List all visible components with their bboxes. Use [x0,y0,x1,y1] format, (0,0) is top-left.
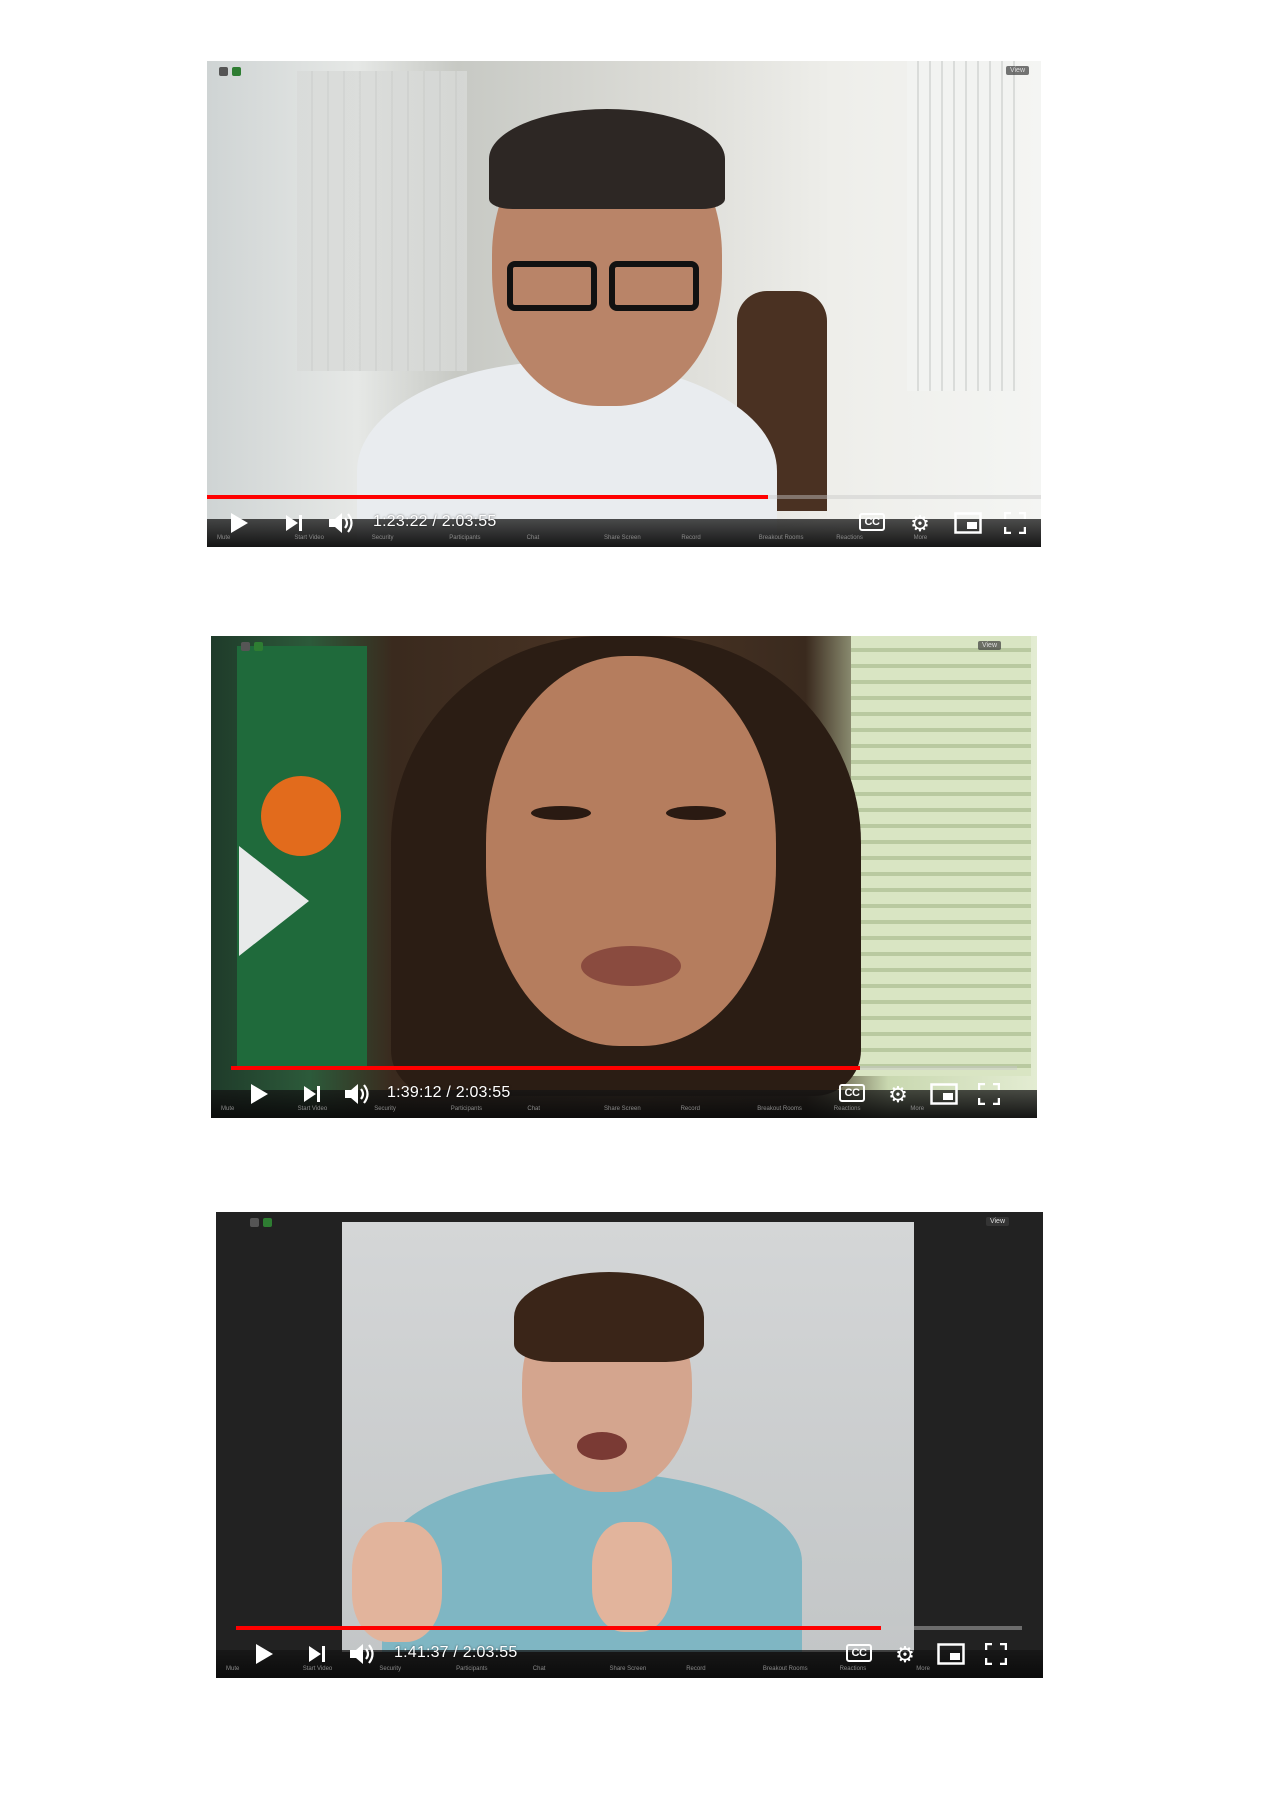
view-button[interactable]: View [977,641,1001,650]
fullscreen-button[interactable] [984,1643,1008,1665]
volume-icon [345,1084,369,1104]
progress-fill [236,1626,881,1630]
miniplayer-button[interactable] [929,1083,959,1105]
settings-icon: ⚙ [888,1082,908,1107]
view-button[interactable]: View [1005,66,1029,75]
volume-button[interactable] [343,1081,371,1107]
play-icon [251,1084,268,1104]
video-frame [207,61,1041,547]
settings-button[interactable]: ⚙ [892,1642,918,1668]
captions-button[interactable]: CC [839,1084,865,1102]
video-player-3[interactable]: View Mute Start Video Security Participants… [216,1212,1043,1678]
next-icon [286,515,302,531]
player-controls: 1:39:12 / 2:03:55 CC ⚙ [211,1074,1037,1114]
view-button[interactable]: View [985,1217,1009,1226]
play-button[interactable] [247,1082,271,1106]
zoom-status-icons [241,642,263,651]
miniplayer-icon [937,1643,965,1665]
participant-video [342,1222,914,1652]
miniplayer-icon [954,512,982,534]
captions-button[interactable]: CC [846,1644,872,1662]
video-frame [216,1212,1043,1678]
time-display: 1:41:37 / 2:03:55 [394,1644,518,1661]
play-icon [231,513,248,533]
zoom-status-icons [250,1218,272,1227]
fullscreen-button[interactable] [1003,512,1027,534]
fullscreen-button[interactable] [977,1083,1001,1105]
progress-track[interactable] [236,1626,1022,1630]
captions-icon: CC [859,513,885,531]
progress-fill [231,1066,860,1070]
settings-button[interactable]: ⚙ [907,511,933,537]
captions-button[interactable]: CC [859,513,885,531]
captions-icon: CC [846,1644,872,1662]
video-frame [211,636,1037,1118]
zoom-status-icons [219,67,241,76]
volume-button[interactable] [327,510,355,536]
settings-icon: ⚙ [910,511,930,536]
volume-button[interactable] [348,1641,376,1667]
next-button[interactable] [283,512,305,534]
settings-icon: ⚙ [895,1642,915,1667]
progress-fill [207,495,769,499]
time-display: 1:39:12 / 2:03:55 [387,1084,511,1101]
fullscreen-icon [985,1643,1007,1665]
settings-button[interactable]: ⚙ [885,1082,911,1108]
progress-track[interactable] [207,495,1041,499]
player-controls: 1:23:22 / 2:03:55 CC ⚙ [207,503,1041,543]
player-controls: 1:41:37 / 2:03:55 CC ⚙ [216,1634,1043,1674]
video-player-2[interactable]: View Mute Start Video Security Participants… [211,636,1037,1118]
miniplayer-icon [930,1083,958,1105]
play-icon [256,1644,273,1664]
fullscreen-icon [978,1083,1000,1105]
play-button[interactable] [227,511,251,535]
captions-icon: CC [839,1084,865,1102]
next-button[interactable] [306,1643,328,1665]
miniplayer-button[interactable] [936,1643,966,1665]
miniplayer-button[interactable] [953,512,983,534]
next-icon [304,1086,320,1102]
video-player-1[interactable]: View Mute Start Video Security Participants… [207,61,1041,547]
progress-track[interactable] [231,1066,1017,1070]
volume-icon [329,513,353,533]
fullscreen-icon [1004,512,1026,534]
play-button[interactable] [252,1642,276,1666]
next-button[interactable] [301,1083,323,1105]
time-display: 1:23:22 / 2:03:55 [373,513,497,530]
volume-icon [350,1644,374,1664]
next-icon [309,1646,325,1662]
